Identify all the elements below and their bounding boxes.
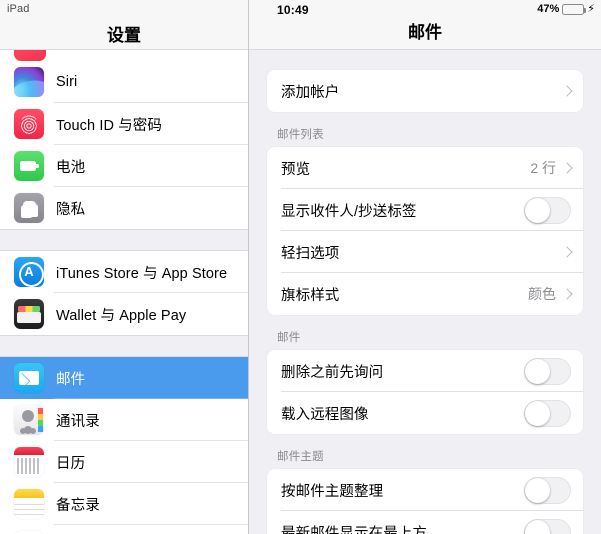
sidebar-item-calendar[interactable]: 日历 [0,441,248,483]
chevron-right-icon [561,246,573,258]
ask-before-deleting-row[interactable]: 删除之前先询问 [267,350,583,392]
row-label: 按邮件主题整理 [281,483,384,500]
sidebar-item-battery[interactable]: 电池 [0,145,248,187]
flag-style-row[interactable]: 旗标样式 颜色 [267,273,583,315]
sidebar-item-reminders[interactable]: 提醒事项 [0,525,248,534]
sidebar-item-label: 电池 [56,159,86,176]
add-account-row[interactable]: 添加帐户 [267,70,583,112]
row-label: 删除之前先询问 [281,364,384,381]
detail-header: 邮件 [249,20,601,50]
swipe-options-row[interactable]: 轻扫选项 [267,231,583,273]
section-header: 邮件主题 [277,451,324,463]
charging-bolt-icon: ⚡ [587,2,595,15]
sidebar-group-separator [0,335,248,357]
wallet-icon [14,299,44,329]
sidebar-item-label: 隐私 [56,201,86,218]
battery-cap [584,7,587,13]
sidebar-item-notes[interactable]: 备忘录 [0,483,248,525]
sidebar-item-label: Siri [56,74,78,90]
detail-scroll-area[interactable]: 添加帐户 邮件列表 预览 2 行 显示收件人/抄送标签 轻扫选项 旗标样式 颜色… [249,50,601,534]
show-to-cc-label-row[interactable]: 显示收件人/抄送标签 [267,189,583,231]
toggle-knob [525,197,550,223]
row-label: 预览 [281,161,311,178]
calendar-icon [14,447,44,477]
battery-status: 47% ⚡ [537,3,595,15]
sidebar-item-privacy[interactable]: 隐私 [0,187,248,229]
row-label: 旗标样式 [281,287,340,304]
settings-sidebar: iPad 设置 Siri Touch ID 与密码 电池 隐私 A iTunes… [0,0,249,534]
privacy-icon [14,193,44,223]
battery-icon [14,151,44,181]
device-label: iPad [7,3,30,15]
partial-app-icon [14,50,46,61]
toggle-knob [525,358,550,384]
mail-list-card: 预览 2 行 显示收件人/抄送标签 轻扫选项 旗标样式 颜色 [267,147,583,315]
sidebar-group-separator [0,229,248,251]
mail-icon [14,363,44,393]
row-label: 显示收件人/抄送标签 [281,203,417,220]
sidebar-item-mail[interactable]: 邮件 [0,357,248,399]
row-value: 2 行 [530,160,556,176]
sidebar-item-itunes-appstore[interactable]: iTunes Store 与 App Store [0,251,248,293]
top-spacer [267,50,583,70]
toggle-knob [525,400,550,426]
most-recent-on-top-toggle[interactable] [524,518,571,534]
page-title: 设置 [107,26,141,45]
mail-settings-pane: 10:49 47% ⚡ 邮件 添加帐户 邮件列表 预览 2 行 显示收件人/抄送… [249,0,601,534]
sidebar-item-label: 备忘录 [56,497,100,514]
touchid-icon [14,109,44,139]
section-header: 邮件列表 [277,129,324,141]
preview-row[interactable]: 预览 2 行 [267,147,583,189]
sidebar-header: iPad 设置 [0,0,248,50]
sidebar-item-touchid[interactable]: Touch ID 与密码 [0,103,248,145]
battery-percent-label: 47% [537,3,560,15]
sidebar-item-label: 通讯录 [56,413,100,430]
toggle-knob [525,477,550,503]
notes-icon [14,489,44,519]
sidebar-item-label: iTunes Store 与 App Store [56,265,228,282]
most-recent-on-top-row[interactable]: 最新邮件显示在最上方 [267,511,583,534]
load-remote-images-toggle[interactable] [524,399,571,427]
organize-by-thread-toggle[interactable] [524,476,571,504]
sidebar-item-siri[interactable]: Siri [0,61,248,103]
load-remote-images-row[interactable]: 载入远程图像 [267,392,583,434]
settings-split-view: iPad 设置 Siri Touch ID 与密码 电池 隐私 A iTunes… [0,0,601,534]
row-value: 颜色 [528,286,556,302]
accounts-card: 添加帐户 [267,70,583,112]
sidebar-scroll-area[interactable]: Siri Touch ID 与密码 电池 隐私 iTunes Store 与 A… [0,50,248,534]
detail-title: 邮件 [408,23,442,42]
ask-before-deleting-toggle[interactable] [524,357,571,385]
mail-card: 删除之前先询问 载入远程图像 [267,350,583,434]
sidebar-item-label: Touch ID 与密码 [56,117,162,134]
chevron-right-icon [561,85,573,97]
row-label: 最新邮件显示在最上方 [281,525,427,534]
chevron-right-icon [561,162,573,174]
toggle-knob [525,519,550,534]
show-to-cc-toggle[interactable] [524,196,571,224]
appstore-icon [14,257,44,287]
sidebar-item-label: Wallet 与 Apple Pay [56,307,187,324]
battery-icon [562,3,587,15]
row-label: 添加帐户 [281,84,340,101]
section-header: 邮件 [277,332,301,344]
status-bar-clock: 10:49 [277,3,309,17]
status-bar: 10:49 47% ⚡ [249,0,601,20]
sidebar-item-partial-above[interactable] [0,50,248,61]
row-label: 载入远程图像 [281,406,369,423]
sidebar-item-label: 日历 [56,455,86,472]
row-label: 轻扫选项 [281,245,340,262]
contacts-icon [14,405,44,435]
sidebar-item-wallet[interactable]: Wallet 与 Apple Pay [0,293,248,335]
sidebar-item-contacts[interactable]: 通讯录 [0,399,248,441]
siri-icon [14,67,44,97]
organize-by-thread-row[interactable]: 按邮件主题整理 [267,469,583,511]
sidebar-item-label: 邮件 [56,371,86,388]
chevron-right-icon [561,288,573,300]
threading-card: 按邮件主题整理 最新邮件显示在最上方 [267,469,583,534]
